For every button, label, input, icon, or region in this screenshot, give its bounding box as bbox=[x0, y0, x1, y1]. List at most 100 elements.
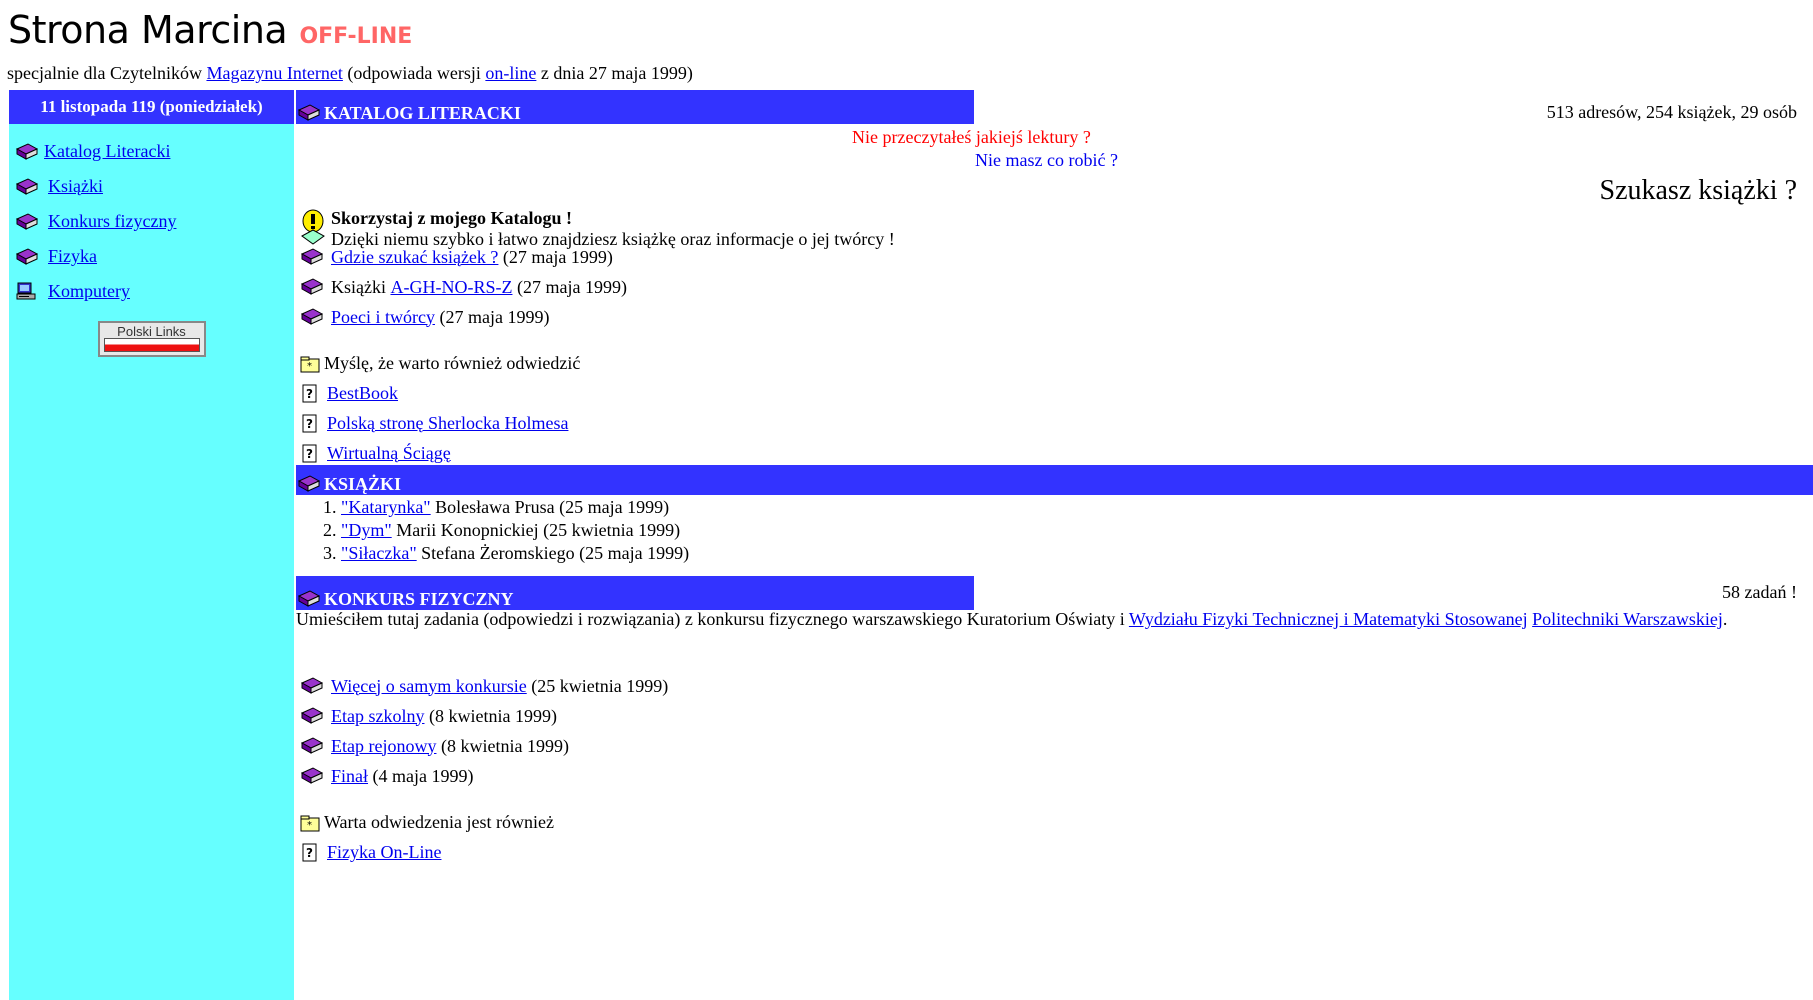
book-icon bbox=[14, 176, 40, 198]
sidebar-link-ksiazki[interactable]: Książki bbox=[48, 176, 103, 197]
katalog-stats: 513 adresów, 254 książek, 29 osób bbox=[1546, 102, 1797, 122]
link-fizyka-online[interactable]: Fizyka On-Line bbox=[327, 842, 441, 863]
list-item: "Katarynka" Bolesława Prusa (25 maja 199… bbox=[341, 496, 689, 519]
link-final[interactable]: Finał bbox=[331, 766, 368, 787]
book-icon bbox=[299, 675, 325, 697]
sidebar: 11 listopada 119 (poniedziałek) Katalog … bbox=[9, 90, 294, 1000]
link-poeci[interactable]: Poeci i twórcy bbox=[331, 307, 435, 328]
sidebar-item-fizyka[interactable]: Fizyka bbox=[14, 239, 294, 274]
book-icon bbox=[299, 306, 325, 328]
link-sherlock[interactable]: Polską stronę Sherlocka Holmesa bbox=[327, 413, 568, 434]
question-doc-icon: ? bbox=[299, 444, 321, 464]
site-subtitle: specjalnie dla Czytelników Magazynu Inte… bbox=[7, 63, 693, 84]
sidebar-link-konkurs[interactable]: Konkurs fizyczny bbox=[48, 211, 176, 232]
book-icon bbox=[299, 765, 325, 787]
svg-text:*: * bbox=[307, 361, 312, 372]
polish-flag-icon bbox=[103, 338, 200, 352]
svg-text:?: ? bbox=[306, 846, 313, 860]
book-icon bbox=[299, 735, 325, 757]
sidebar-item-ksiazki[interactable]: Książki bbox=[14, 169, 294, 204]
question-doc-icon: ? bbox=[299, 384, 321, 404]
lightbulb-icon bbox=[299, 208, 327, 248]
question-red: Nie przeczytałeś jakiejś lektury ? bbox=[852, 127, 1091, 147]
link-alphabet[interactable]: A-GH-NO-RS-Z bbox=[390, 277, 512, 298]
konkurs-count: 58 zadań ! bbox=[1722, 582, 1797, 602]
link-silaczka[interactable]: "Siłaczka" bbox=[341, 543, 417, 563]
svg-text:?: ? bbox=[306, 417, 313, 431]
list-item: "Dym" Marii Konopnickiej (25 kwietnia 19… bbox=[341, 519, 689, 542]
book-icon bbox=[299, 276, 325, 298]
link-gdzie-szukac[interactable]: Gdzie szukać książek ? bbox=[331, 247, 498, 268]
link-wydzial[interactable]: Wydziału Fizyki Technicznej i Matematyki… bbox=[1129, 609, 1528, 629]
konkurs-heading-bar: KONKURS FIZYCZNY bbox=[296, 576, 974, 610]
folder-star-icon: * bbox=[299, 354, 321, 374]
book-icon bbox=[299, 705, 325, 727]
offline-badge: OFF-LINE bbox=[299, 24, 413, 49]
also-visit-label: * Warta odwiedzenia jest również bbox=[299, 812, 554, 833]
sidebar-nav: Katalog Literacki Książki Konkurs fizycz… bbox=[9, 124, 294, 309]
question-big: Szukasz książki ? bbox=[1599, 175, 1798, 206]
book-icon bbox=[299, 246, 325, 268]
site-title: Strona Marcina bbox=[8, 8, 288, 52]
list-item: Książki A-GH-NO-RS-Z (27 maja 1999) bbox=[299, 276, 627, 298]
ksiazki-heading: KSIĄŻKI bbox=[324, 474, 402, 494]
svg-text:*: * bbox=[307, 820, 312, 831]
ksiazki-list: "Katarynka" Bolesława Prusa (25 maja 199… bbox=[296, 496, 689, 565]
ksiazki-heading-bar: KSIĄŻKI bbox=[296, 465, 1813, 495]
list-item: Finał (4 maja 1999) bbox=[299, 765, 473, 787]
list-item: ? Wirtualną Ściągę bbox=[299, 443, 451, 464]
subtitle-suffix: z dnia 27 maja 1999) bbox=[540, 63, 693, 83]
site-header: Strona Marcina OFF-LINE bbox=[8, 8, 412, 56]
link-sciaga[interactable]: Wirtualną Ściągę bbox=[327, 443, 451, 464]
polski-links-label: Polski Links bbox=[117, 324, 186, 339]
link-etap-rejonowy[interactable]: Etap rejonowy bbox=[331, 736, 436, 757]
computer-icon bbox=[14, 281, 40, 303]
online-link[interactable]: on-line bbox=[485, 63, 536, 83]
link-katarynka[interactable]: "Katarynka" bbox=[341, 497, 431, 517]
katalog-heading: KATALOG LITERACKI bbox=[324, 103, 521, 123]
tip-box: Skorzystaj z mojego Katalogu ! Dzięki ni… bbox=[299, 208, 895, 250]
question-doc-icon: ? bbox=[299, 843, 321, 863]
list-item: ? BestBook bbox=[299, 383, 398, 404]
also-visit-label: * Myślę, że warto również odwiedzić bbox=[299, 353, 580, 374]
list-item: Etap rejonowy (8 kwietnia 1999) bbox=[299, 735, 569, 757]
sidebar-item-konkurs[interactable]: Konkurs fizyczny bbox=[14, 204, 294, 239]
book-icon bbox=[296, 102, 322, 124]
list-item: ? Fizyka On-Line bbox=[299, 842, 441, 863]
question-doc-icon: ? bbox=[299, 414, 321, 434]
link-etap-szkolny[interactable]: Etap szkolny bbox=[331, 706, 424, 727]
sidebar-link-komputery[interactable]: Komputery bbox=[48, 281, 130, 302]
tip-bold: Skorzystaj z mojego Katalogu ! bbox=[331, 208, 572, 228]
sidebar-link-katalog[interactable]: Katalog Literacki bbox=[44, 141, 170, 162]
svg-text:?: ? bbox=[306, 447, 313, 461]
list-item: Etap szkolny (8 kwietnia 1999) bbox=[299, 705, 557, 727]
list-item: Więcej o samym konkursie (25 kwietnia 19… bbox=[299, 675, 668, 697]
sidebar-item-katalog[interactable]: Katalog Literacki bbox=[14, 134, 294, 169]
link-politechnika[interactable]: Politechniki Warszawskiej bbox=[1532, 609, 1723, 629]
book-icon bbox=[14, 246, 40, 268]
book-icon bbox=[14, 211, 40, 233]
list-item: Gdzie szukać książek ? (27 maja 1999) bbox=[299, 246, 613, 268]
konkurs-description: Umieściłem tutaj zadania (odpowiedzi i r… bbox=[296, 609, 1728, 629]
sidebar-link-fizyka[interactable]: Fizyka bbox=[48, 246, 97, 267]
book-icon bbox=[14, 141, 40, 163]
date-bar: 11 listopada 119 (poniedziałek) bbox=[9, 90, 294, 124]
link-bestbook[interactable]: BestBook bbox=[327, 383, 398, 404]
list-item: Poeci i twórcy (27 maja 1999) bbox=[299, 306, 549, 328]
question-blue: Nie masz co robić ? bbox=[975, 150, 1118, 170]
folder-star-icon: * bbox=[299, 813, 321, 833]
link-wiecej[interactable]: Więcej o samym konkursie bbox=[331, 676, 527, 697]
book-icon bbox=[296, 473, 322, 495]
svg-text:?: ? bbox=[306, 387, 313, 401]
sidebar-item-komputery[interactable]: Komputery bbox=[14, 274, 294, 309]
subtitle-mid: (odpowiada wersji bbox=[347, 63, 481, 83]
list-item: "Siłaczka" Stefana Żeromskiego (25 maja … bbox=[341, 542, 689, 565]
book-icon bbox=[296, 588, 322, 610]
list-item: ? Polską stronę Sherlocka Holmesa bbox=[299, 413, 568, 434]
link-dym[interactable]: "Dym" bbox=[341, 520, 392, 540]
magazine-link[interactable]: Magazynu Internet bbox=[206, 63, 342, 83]
tip-text: Skorzystaj z mojego Katalogu ! Dzięki ni… bbox=[331, 208, 895, 250]
polski-links-banner[interactable]: Polski Links bbox=[97, 321, 206, 357]
konkurs-heading: KONKURS FIZYCZNY bbox=[324, 589, 514, 609]
subtitle-prefix: specjalnie dla Czytelników bbox=[7, 63, 202, 83]
